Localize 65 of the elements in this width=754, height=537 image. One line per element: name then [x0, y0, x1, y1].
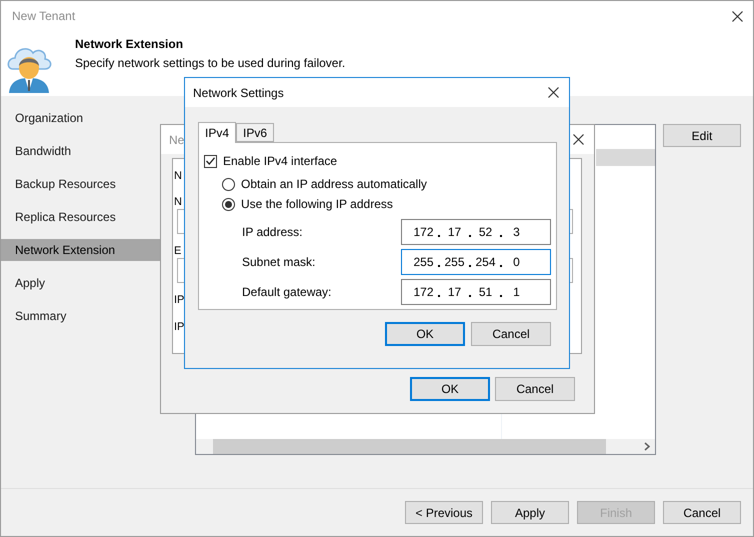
scroll-right-icon[interactable]: [644, 442, 650, 451]
wizard-step[interactable]: Summary: [1, 305, 161, 327]
octet-value: 255: [412, 255, 435, 269]
radio-label: Use the following IP address: [241, 197, 393, 211]
ip-address-field[interactable]: 172 17 51 1: [401, 279, 551, 305]
wizard-step[interactable]: Backup Resources: [1, 173, 161, 195]
radio-button[interactable]: [222, 198, 235, 210]
group-label: N: [174, 169, 182, 183]
octet-separator: [438, 295, 440, 297]
close-icon[interactable]: [548, 87, 559, 98]
page-title: Network Extension: [75, 37, 184, 51]
ip-address-field[interactable]: 255 255 254 0: [401, 249, 551, 275]
octet-value: 255: [443, 255, 466, 269]
edit-button[interactable]: Edit: [663, 124, 741, 147]
octet-value: 0: [512, 255, 521, 269]
octet-value: 52: [478, 225, 494, 239]
field-label: IP: [174, 320, 184, 334]
field-label: Default gateway:: [242, 285, 332, 299]
ip-address-field[interactable]: 172 17 52 3: [401, 219, 551, 245]
dialog-button[interactable]: Cancel: [471, 322, 551, 346]
horizontal-scrollbar[interactable]: [196, 439, 655, 454]
tab[interactable]: IPv4: [198, 122, 236, 143]
octet-value: 1: [512, 285, 521, 299]
dialog-title: Ne: [169, 132, 184, 146]
wizard-step[interactable]: Organization: [1, 107, 161, 129]
checkbox[interactable]: [204, 154, 217, 168]
octet-value: 17: [446, 225, 462, 239]
wizard-step[interactable]: Apply: [1, 272, 161, 294]
octet-value: 3: [512, 225, 521, 239]
dialog-title: Network Settings: [193, 86, 284, 100]
dialog-button[interactable]: Cancel: [495, 377, 575, 401]
field-label: E: [174, 244, 182, 258]
dialog-button[interactable]: OK: [410, 377, 490, 401]
octet-separator: [500, 295, 502, 297]
field-label: IP: [174, 293, 184, 307]
dialog-button[interactable]: OK: [385, 322, 465, 346]
wizard-step[interactable]: Network Extension: [1, 239, 161, 261]
octet-value: 17: [446, 285, 462, 299]
octet-value: 51: [478, 285, 494, 299]
octet-separator: [469, 235, 471, 237]
octet-separator: [500, 265, 502, 267]
field-label: Subnet mask:: [242, 255, 316, 269]
octet-separator: [438, 265, 440, 267]
checkbox-label: Enable IPv4 interface: [223, 154, 338, 168]
octet-value: 172: [412, 225, 435, 239]
tab[interactable]: IPv6: [236, 123, 274, 142]
radio-button[interactable]: [222, 178, 235, 190]
field-label: IP address:: [242, 225, 304, 239]
field-label: N: [174, 195, 182, 209]
wizard-button[interactable]: Apply: [491, 501, 569, 524]
octet-separator: [438, 235, 440, 237]
octet-separator: [500, 235, 502, 237]
radio-label: Obtain an IP address automatically: [241, 177, 427, 191]
octet-separator: [469, 295, 471, 297]
page-subtitle: Specify network settings to be used during failover.: [75, 56, 346, 70]
octet-value: 254: [474, 255, 497, 269]
close-icon[interactable]: [573, 134, 584, 145]
wizard-button[interactable]: < Previous: [405, 501, 483, 524]
wizard-step[interactable]: Bandwidth: [1, 140, 161, 162]
close-icon[interactable]: [732, 10, 743, 22]
wizard-step[interactable]: Replica Resources: [1, 206, 161, 228]
wizard-button[interactable]: Cancel: [663, 501, 741, 524]
octet-value: 172: [412, 285, 435, 299]
octet-separator: [469, 265, 471, 267]
window-title: New Tenant: [12, 9, 76, 23]
